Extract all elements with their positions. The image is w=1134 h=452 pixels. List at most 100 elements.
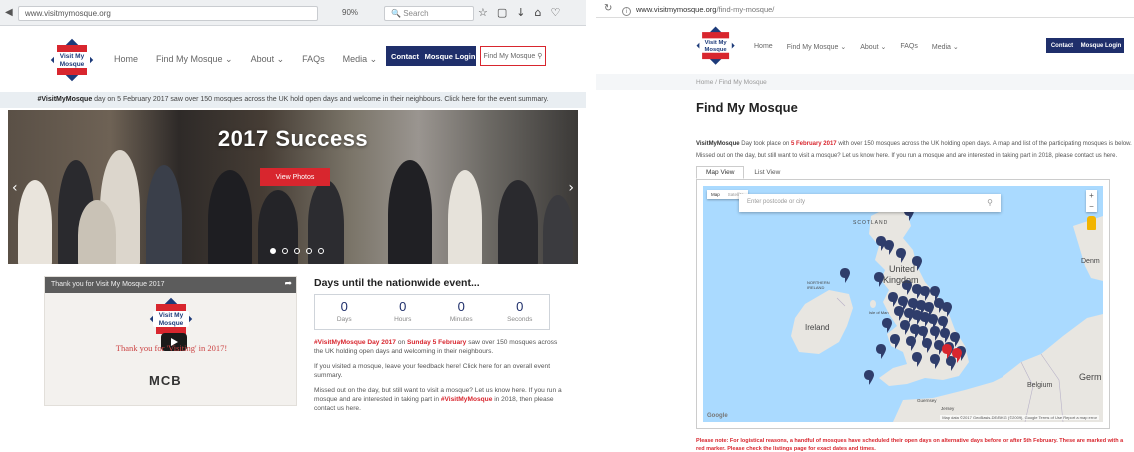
address-bar[interactable]: i www.visitmymosque.org/find-my-mosque/ <box>622 2 1132 16</box>
map-panel: Map Satellite Enter postcode or city ⚲ + … <box>696 179 1110 429</box>
home-icon[interactable]: ⌂ <box>535 6 542 19</box>
slider-next-icon[interactable]: › <box>568 180 574 196</box>
nav-faqs[interactable]: FAQs <box>900 43 918 51</box>
homepage-window: ◀ www.visitmymosque.org 90% 🔍 Search ☆ ▢… <box>0 0 586 452</box>
label-united: United <box>889 264 916 274</box>
slider-dot[interactable] <box>294 248 300 254</box>
nav-home[interactable]: Home <box>754 43 773 51</box>
nav-media[interactable]: Media ⌄ <box>343 54 378 65</box>
countdown-seconds: 0 Seconds <box>507 299 533 323</box>
mosque-marker[interactable] <box>930 354 940 369</box>
logo-text: Visit My Mosque <box>153 311 189 327</box>
tab-list-view[interactable]: List View <box>744 166 790 179</box>
mosque-marker[interactable] <box>888 292 898 307</box>
slider-prev-icon[interactable]: ‹ <box>12 180 18 196</box>
logistics-note: Please note: For logistical reasons, a h… <box>696 438 1124 452</box>
video-thanks-text: Thank you for 'Visiting' in 2017! <box>115 343 228 353</box>
photo-figure <box>388 160 432 264</box>
mosque-marker[interactable] <box>922 338 932 353</box>
mosque-marker[interactable] <box>930 326 940 341</box>
slider-dots <box>270 248 324 254</box>
video-title-bar: Thank you for Visit My Mosque 2017 ➦ <box>45 277 296 293</box>
label-belgium: Belgium <box>1027 382 1053 389</box>
mosque-login-button[interactable]: Mosque Login <box>424 46 476 66</box>
nav-faqs[interactable]: FAQs <box>302 54 325 65</box>
nav-find-my-mosque[interactable]: Find My Mosque ⌄ <box>787 43 847 51</box>
mosque-marker[interactable] <box>864 370 874 385</box>
browser-search-input[interactable]: 🔍 Search <box>384 6 474 21</box>
address-bar[interactable]: www.visitmymosque.org <box>18 6 318 21</box>
label-germany: Germ <box>1079 372 1102 382</box>
browser-toolbar: ↻ i www.visitmymosque.org/find-my-mosque/ <box>596 0 1134 18</box>
reader-icon[interactable]: ▢ <box>497 6 507 19</box>
mosque-marker[interactable] <box>906 336 916 351</box>
site-logo[interactable]: Visit My Mosque <box>694 24 737 67</box>
countdown-hours: 0 Hours <box>394 299 412 323</box>
label-jersey: Jersey <box>941 406 955 411</box>
info-icon[interactable]: i <box>622 7 631 16</box>
share-icon[interactable]: ➦ <box>284 279 292 289</box>
mosque-marker[interactable] <box>942 302 952 317</box>
nav-home[interactable]: Home <box>114 54 138 65</box>
bookmark-star-icon[interactable]: ☆ <box>478 6 488 19</box>
site-header: Visit My Mosque Home Find My Mosque ⌄ Abo… <box>596 20 1134 74</box>
tab-map-view[interactable]: Map View <box>696 166 745 179</box>
mosque-marker[interactable] <box>882 318 892 333</box>
find-my-mosque-button[interactable]: Find My Mosque ⚲ <box>480 46 546 66</box>
mcb-logo: MCB <box>149 373 182 388</box>
mosque-marker[interactable] <box>894 306 904 321</box>
photo-figure <box>146 165 182 264</box>
browser-tools: ☆ ▢ ↓ ⌂ ♡ <box>478 6 560 19</box>
zoom-level[interactable]: 90% <box>342 8 358 17</box>
slider-dot[interactable] <box>318 248 324 254</box>
pocket-icon[interactable]: ♡ <box>550 6 560 19</box>
search-icon: ⚲ <box>987 198 993 207</box>
contact-button[interactable]: Contact <box>1046 38 1078 53</box>
mosque-marker[interactable] <box>890 334 900 349</box>
nav-about[interactable]: About ⌄ <box>860 43 886 51</box>
mosque-marker[interactable] <box>876 344 886 359</box>
map-type-map[interactable]: Map <box>707 190 724 199</box>
mosque-marker[interactable] <box>884 240 894 255</box>
logo-text: Visit My Mosque <box>54 52 90 68</box>
map-attribution: Map data ©2017 GeoBasis-DE/BKG (©2009), … <box>940 415 1099 420</box>
mosque-marker[interactable] <box>900 320 910 335</box>
google-logo: Google <box>707 413 728 419</box>
reload-icon[interactable]: ↻ <box>604 3 612 14</box>
label-northern-ireland: NORTHERN IRELAND <box>807 280 830 290</box>
countdown-days: 0 Days <box>336 299 352 323</box>
nav-media[interactable]: Media ⌄ <box>932 43 959 51</box>
label-kingdom: Kingdom <box>883 275 919 285</box>
back-icon[interactable]: ◀ <box>5 7 13 18</box>
zoom-control: + − <box>1086 190 1097 212</box>
main-nav: Home Find My Mosque ⌄ About ⌄ FAQs Media… <box>754 43 959 51</box>
label-guernsey: Guernsey <box>917 398 937 403</box>
slider-dot[interactable] <box>270 248 276 254</box>
main-nav: Home Find My Mosque ⌄ About ⌄ FAQs Media… <box>114 54 377 65</box>
zoom-in-button[interactable]: + <box>1086 190 1097 201</box>
postcode-search-input[interactable]: Enter postcode or city ⚲ <box>739 194 1001 212</box>
mosque-login-button[interactable]: Mosque Login <box>1078 38 1124 53</box>
mosque-marker[interactable] <box>896 248 906 263</box>
zoom-out-button[interactable]: − <box>1086 201 1097 212</box>
mosque-map[interactable]: Map Satellite Enter postcode or city ⚲ + … <box>703 186 1103 422</box>
video-player[interactable]: Thank you for Visit My Mosque 2017 ➦ Visi… <box>44 276 297 406</box>
mosque-marker[interactable] <box>920 286 930 301</box>
photo-figure <box>208 170 252 264</box>
mosque-marker[interactable] <box>912 352 922 367</box>
site-logo[interactable]: Visit My Mosque <box>48 36 96 84</box>
slider-dot[interactable] <box>282 248 288 254</box>
browser-toolbar: ◀ www.visitmymosque.org 90% 🔍 Search ☆ ▢… <box>0 0 586 26</box>
label-isle-of-man: Isle of Man <box>869 310 889 315</box>
countdown-box: 0 Days 0 Hours 0 Minutes 0 Seconds <box>314 294 550 330</box>
nav-about[interactable]: About ⌄ <box>251 54 285 65</box>
logo-text: Visit My Mosque <box>699 38 732 53</box>
nav-find-my-mosque[interactable]: Find My Mosque ⌄ <box>156 54 233 65</box>
search-icon: ⚲ <box>537 53 543 60</box>
slider-dot[interactable] <box>306 248 312 254</box>
street-view-icon[interactable] <box>1087 216 1096 230</box>
view-photos-button[interactable]: View Photos <box>260 168 330 186</box>
contact-button[interactable]: Contact <box>386 46 424 66</box>
download-icon[interactable]: ↓ <box>516 6 525 19</box>
contact-paragraph: Missed out on the day, but still want to… <box>314 387 562 412</box>
